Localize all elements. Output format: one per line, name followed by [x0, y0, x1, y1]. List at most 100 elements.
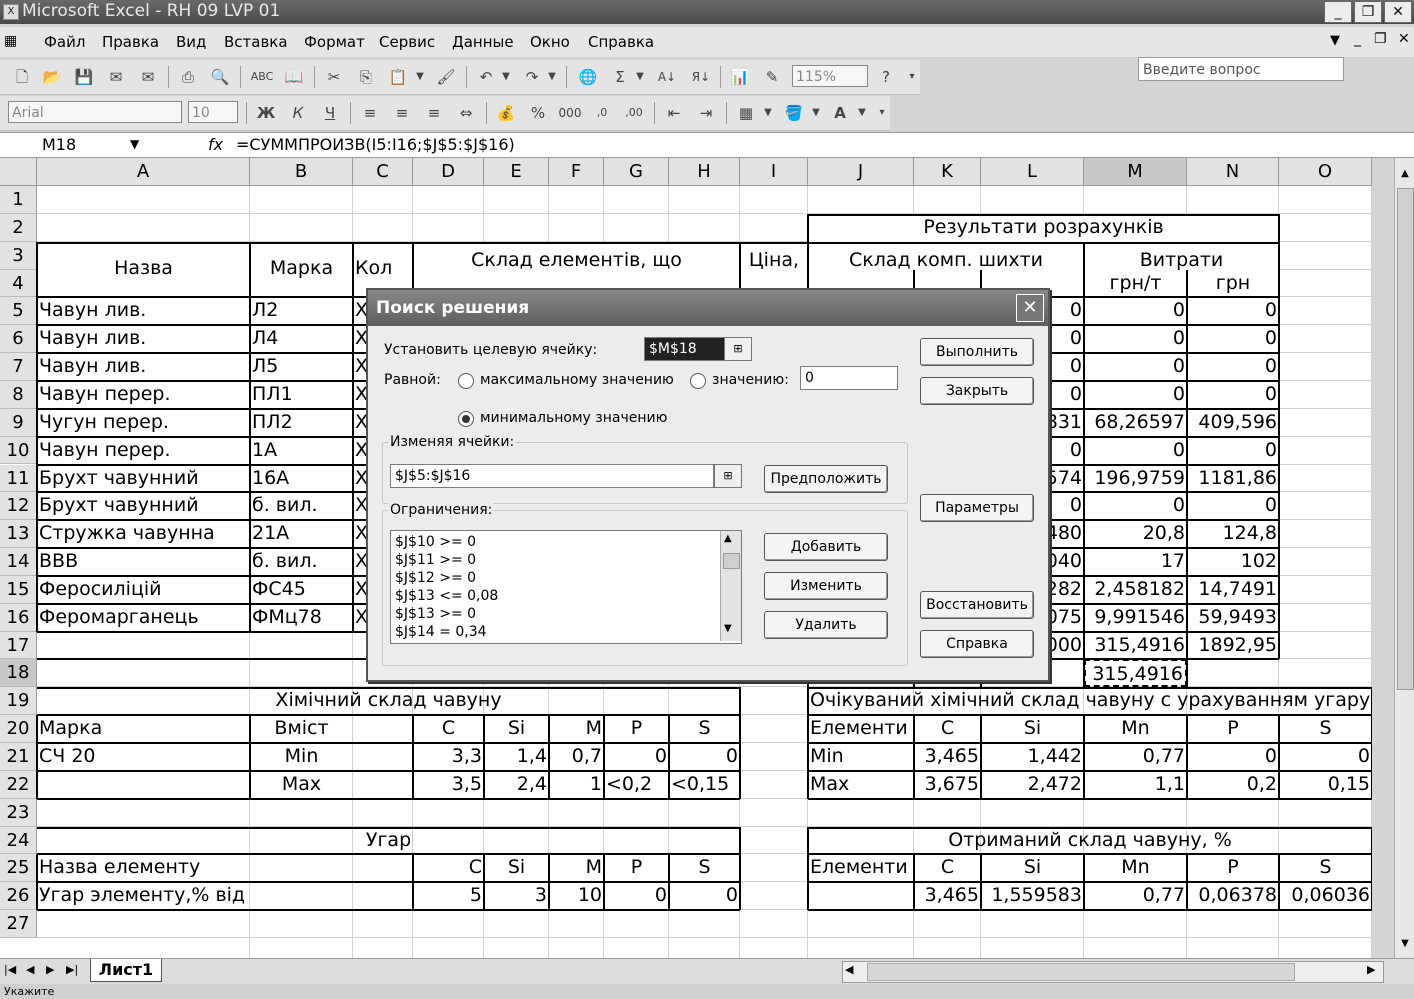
column-header[interactable]: I [740, 158, 808, 186]
row-header[interactable]: 4 [0, 269, 37, 298]
material-brand-cell[interactable]: ФС45 [250, 576, 353, 604]
align-center-icon[interactable]: ≡ [392, 103, 412, 123]
cost-per-ton-cell[interactable]: 2,458182 [1084, 576, 1187, 604]
permission-icon[interactable]: ✉ [106, 67, 126, 87]
column-header[interactable]: J [808, 158, 914, 186]
hyperlink-icon[interactable]: 🌐 [578, 67, 598, 87]
expected-header-cell[interactable]: S [1279, 715, 1372, 743]
material-name-cell[interactable]: Стружка чавунна [37, 520, 250, 548]
cut-icon[interactable]: ✂ [324, 67, 344, 87]
chem-header-cell[interactable]: Si [484, 715, 549, 743]
chem-max-cell[interactable]: 3,5 [413, 771, 484, 799]
paste-dropdown-icon[interactable]: ▼ [414, 67, 426, 87]
burn-header-cell[interactable]: P [604, 854, 669, 882]
radio-max[interactable] [458, 373, 474, 389]
row-header[interactable]: 20 [0, 715, 37, 743]
material-brand-cell[interactable]: Л2 [250, 297, 353, 325]
chem-title-cell[interactable]: Хімічний склад чавуну [37, 687, 740, 715]
row-header[interactable]: 21 [0, 743, 37, 771]
menu-tools[interactable]: Сервис [379, 33, 435, 51]
column-header[interactable]: A [37, 158, 250, 186]
expected-header-cell[interactable]: Елементи [808, 715, 914, 743]
thousands-icon[interactable]: 000 [558, 103, 582, 123]
menu-view[interactable]: Вид [176, 33, 206, 51]
row-header[interactable]: 1 [0, 186, 37, 214]
obtained-value-cell[interactable]: 0,77 [1084, 882, 1187, 910]
save-icon[interactable]: 💾 [74, 67, 94, 87]
scroll-right-icon[interactable]: ▶ [1367, 963, 1375, 976]
material-name-cell[interactable]: Брухт чавунний [37, 492, 250, 520]
toolbar-options-icon[interactable]: ▾ [906, 67, 918, 87]
cost-cell[interactable]: 0 [1187, 297, 1279, 325]
chem-max-cell[interactable]: Max [250, 771, 353, 799]
horizontal-scroll-thumb[interactable] [867, 963, 1295, 981]
expected-max-cell[interactable]: 3,675 [914, 771, 981, 799]
cost-per-ton-cell[interactable]: 9,991546 [1084, 604, 1187, 632]
expected-min-cell[interactable]: 0,77 [1084, 743, 1187, 771]
row-header[interactable]: 9 [0, 408, 37, 437]
material-brand-cell[interactable]: б. вил. [250, 492, 353, 520]
burn-value-cell[interactable]: Угар элементу,% від вм. в шихті [37, 882, 250, 910]
radio-value[interactable] [690, 373, 706, 389]
obtained-header-cell[interactable]: Елементи [808, 854, 914, 882]
radio-min[interactable] [458, 411, 474, 427]
menu-file[interactable]: Файл [44, 33, 85, 51]
burn-value-cell[interactable]: 0 [604, 882, 669, 910]
research-icon[interactable]: 📖 [284, 67, 304, 87]
burn-value-cell[interactable]: 3 [484, 882, 549, 910]
column-header[interactable]: K [914, 158, 981, 186]
cost-cell[interactable]: 14,7491 [1187, 576, 1279, 604]
header-grn-cell[interactable]: грн [1187, 270, 1279, 298]
cost-cell[interactable]: 0 [1187, 353, 1279, 381]
row-header[interactable]: 8 [0, 380, 37, 409]
autosum-dropdown-icon[interactable]: ▼ [634, 67, 646, 87]
expected-max-cell[interactable]: 0,15 [1279, 771, 1372, 799]
material-brand-cell[interactable]: 16А [250, 465, 353, 493]
row-header[interactable]: 6 [0, 325, 37, 354]
column-header[interactable]: M [1084, 158, 1187, 186]
row-header[interactable]: 23 [0, 798, 37, 827]
total-cost-per-ton-cell[interactable]: 315,4916 [1084, 632, 1187, 660]
last-sheet-icon[interactable]: ▶| [66, 963, 78, 976]
obtained-header-cell[interactable]: Mn [1084, 854, 1187, 882]
excel-app-icon[interactable]: X [3, 4, 19, 20]
expected-min-cell[interactable]: Min [808, 743, 914, 771]
material-brand-cell[interactable]: ФМц78 [250, 604, 353, 632]
burn-value-cell[interactable]: 0 [669, 882, 740, 910]
cost-per-ton-cell[interactable]: 0 [1084, 353, 1187, 381]
ask-question-input[interactable]: Введите вопрос [1138, 57, 1344, 81]
cost-per-ton-cell[interactable]: 196,9759 [1084, 465, 1187, 493]
redo-icon[interactable]: ↷ [522, 67, 542, 87]
changing-cells-input[interactable]: $J$5:$J$16 [390, 464, 714, 488]
chem-min-cell[interactable]: 0 [669, 743, 740, 771]
header-costs-cell[interactable]: Витрати [1084, 241, 1279, 270]
bold-icon[interactable]: Ж [256, 103, 276, 123]
help-icon[interactable]: ? [876, 67, 896, 87]
expected-max-cell[interactable]: 2,472 [981, 771, 1084, 799]
name-box-dropdown-icon[interactable]: ▼ [130, 137, 139, 151]
constraints-scrollbar[interactable]: ▲ ▼ [720, 531, 741, 641]
menu-window[interactable]: Окно [530, 33, 570, 51]
cost-per-ton-cell[interactable]: 0 [1084, 437, 1187, 465]
row-header[interactable]: 13 [0, 520, 37, 549]
expected-max-cell[interactable]: 0,2 [1187, 771, 1279, 799]
cost-cell[interactable]: 0 [1187, 492, 1279, 520]
row-header[interactable]: 10 [0, 436, 37, 465]
merge-center-icon[interactable]: ⇔ [456, 103, 476, 123]
material-name-cell[interactable]: ВВВ [37, 548, 250, 576]
dialog-close-icon[interactable]: ✕ [1016, 294, 1044, 322]
obtained-value-cell[interactable]: 0,06378 [1187, 882, 1279, 910]
scroll-up-icon[interactable]: ▲ [724, 533, 732, 544]
chem-min-cell[interactable]: 1,4 [484, 743, 549, 771]
cost-cell[interactable]: 0 [1187, 381, 1279, 409]
expected-header-cell[interactable]: P [1187, 715, 1279, 743]
obtained-header-cell[interactable]: P [1187, 854, 1279, 882]
row-header[interactable]: 2 [0, 213, 37, 242]
radio-max-label[interactable]: максимальному значению [480, 372, 674, 388]
cost-per-ton-cell[interactable]: 68,26597 [1084, 409, 1187, 437]
menu-data[interactable]: Данные [452, 33, 514, 51]
target-cell-input[interactable]: $M$18 [644, 337, 726, 361]
vertical-scrollbar[interactable]: ▲ ▼ [1394, 158, 1414, 958]
increase-decimal-icon[interactable]: ,0 [590, 103, 614, 123]
expected-header-cell[interactable]: C [914, 715, 981, 743]
